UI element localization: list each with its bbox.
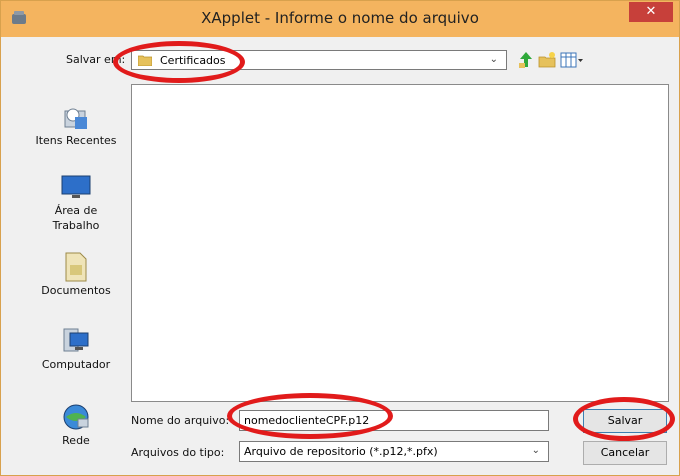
filename-value: nomedoclienteCPF.p12 [244, 414, 370, 427]
window-title: XApplet - Informe o nome do arquivo [201, 9, 479, 27]
recent-items-icon [64, 108, 87, 129]
place-label: Rede [62, 434, 90, 447]
places-bar: Itens Recentes Área de Trabalho Document… [31, 85, 121, 465]
place-desktop[interactable]: Área de Trabalho [31, 173, 121, 233]
filename-input[interactable]: nomedoclienteCPF.p12 [239, 410, 549, 431]
place-documents[interactable]: Documentos [31, 251, 121, 298]
up-folder-icon[interactable] [517, 51, 535, 69]
place-label: Itens Recentes [35, 134, 117, 147]
save-in-label: Salvar em: [66, 53, 126, 66]
cancel-button[interactable]: Cancelar [583, 441, 667, 465]
view-menu-icon[interactable] [560, 51, 584, 69]
filetype-label: Arquivos do tipo: [131, 446, 225, 459]
place-computer[interactable]: Computador [31, 325, 121, 372]
filetype-value: Arquivo de repositorio (*.p12,*.pfx) [244, 445, 438, 458]
place-network[interactable]: Rede [31, 401, 121, 448]
place-label: Área de Trabalho [52, 204, 100, 232]
folder-icon [138, 55, 152, 66]
filetype-select[interactable]: Arquivo de repositorio (*.p12,*.pfx) ⌄ [239, 441, 549, 462]
place-recent-items[interactable]: Itens Recentes [31, 103, 121, 148]
title-bar[interactable]: XApplet - Informe o nome do arquivo ✕ [1, 1, 679, 37]
save-file-dialog: XApplet - Informe o nome do arquivo ✕ Sa… [0, 0, 680, 476]
documents-icon [65, 252, 87, 282]
computer-icon [63, 328, 89, 352]
desktop-icon [61, 175, 91, 198]
save-button[interactable]: Salvar [583, 409, 667, 433]
place-label: Documentos [41, 284, 111, 297]
save-in-folder-combo[interactable]: Certificados ⌄ [131, 50, 507, 70]
new-folder-icon[interactable] [538, 51, 556, 69]
close-button[interactable]: ✕ [629, 2, 673, 22]
save-in-folder-value: Certificados [160, 54, 226, 67]
chevron-down-icon[interactable]: ⌄ [532, 445, 540, 456]
network-icon [63, 404, 89, 430]
place-label: Computador [41, 358, 111, 371]
filename-label: Nome do arquivo: [131, 414, 230, 427]
chevron-down-icon[interactable]: ⌄ [490, 54, 498, 65]
file-list-area[interactable] [131, 84, 669, 402]
